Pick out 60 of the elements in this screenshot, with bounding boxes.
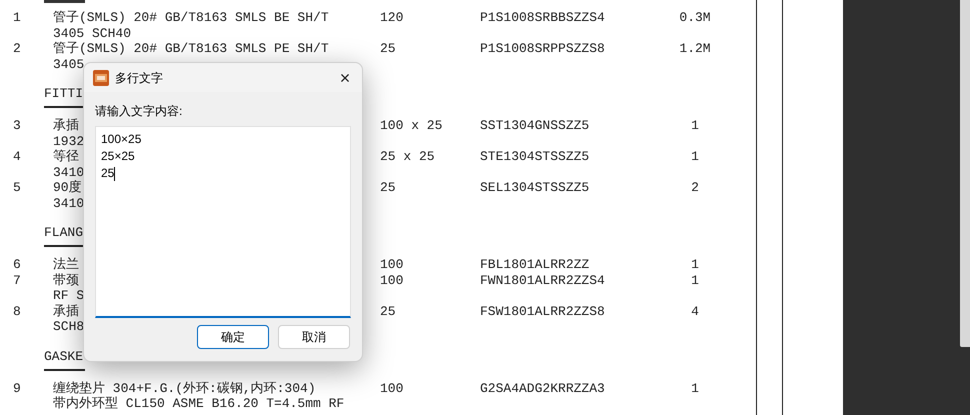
dialog-button[interactable]: 确定 <box>197 325 269 349</box>
item-description: SCH8 <box>53 319 84 334</box>
item-code: FBL1801ALRR2ZZ <box>480 257 590 272</box>
item-quantity: 1.2M <box>678 41 712 56</box>
item-description: 承插 <box>53 304 79 319</box>
item-description: 3405 <box>53 56 84 72</box>
item-description: 3410 <box>53 196 84 211</box>
row-number: 7 <box>12 272 22 288</box>
item-description: 带颈 <box>53 272 79 288</box>
close-button[interactable]: × <box>336 68 354 86</box>
item-quantity: 1 <box>690 118 700 134</box>
item-code: SST1304GNSSZZ5 <box>480 118 590 134</box>
item-code: SEL1304STSSZZ5 <box>480 180 590 196</box>
item-quantity: 1 <box>690 380 700 396</box>
item-description: 3405 SCH40 <box>53 26 132 41</box>
row-number: 3 <box>12 118 22 134</box>
row-number: 8 <box>12 304 22 319</box>
item-code: P1S1008SRBBSZZS4 <box>480 10 606 26</box>
text-input-field[interactable]: 100×25 25×25 25 <box>95 126 351 318</box>
dialog-button[interactable]: 取消 <box>278 325 350 349</box>
item-description: 等径 <box>53 149 79 164</box>
item-size: 25 <box>380 180 397 196</box>
row-number: 6 <box>12 257 22 272</box>
item-description: 带内外环型 CL150 ASME B16.20 T=4.5mm RF <box>53 396 344 412</box>
item-size: 100 x 25 <box>380 118 444 134</box>
row-number: 9 <box>12 380 22 396</box>
item-quantity: 4 <box>690 304 700 319</box>
item-code: P1S1008SRPPSZZS8 <box>480 41 606 56</box>
item-quantity: 0.3M <box>678 10 712 26</box>
row-number: 4 <box>12 149 22 164</box>
item-description: 承插 <box>53 118 79 134</box>
item-code: G2SA4ADG2KRRZZA3 <box>480 380 606 396</box>
item-quantity: 2 <box>690 180 700 196</box>
app-icon <box>93 70 109 86</box>
item-description: 法兰 <box>53 257 79 272</box>
item-size: 25 x 25 <box>380 149 436 164</box>
item-code: STE1304STSSZZ5 <box>480 149 590 164</box>
row-number: 2 <box>12 41 22 56</box>
item-size: 100 <box>380 257 404 272</box>
item-description: 3410 <box>53 164 84 180</box>
item-description: 管子(SMLS) 20# GB/T8163 SMLS BE SH/T <box>53 10 329 26</box>
item-code: FWN1801ALRR2ZZS4 <box>480 272 606 288</box>
item-description: 1932 <box>53 134 84 149</box>
item-description: 缠绕垫片 304+F.G.(外环:碳钢,内环:304) <box>53 380 316 396</box>
item-size: 100 <box>380 380 404 396</box>
item-description: 90度 <box>53 180 82 196</box>
item-size: 100 <box>380 272 404 288</box>
item-size: 25 <box>380 41 397 56</box>
item-quantity: 1 <box>690 272 700 288</box>
item-size: 25 <box>380 304 397 319</box>
item-description: RF S <box>53 288 84 304</box>
row-number: 5 <box>12 180 22 196</box>
row-number: 1 <box>12 10 22 26</box>
item-description: 管子(SMLS) 20# GB/T8163 SMLS PE SH/T <box>53 41 329 56</box>
dialog-title: 多行文字 <box>115 70 163 86</box>
item-quantity: 1 <box>690 257 700 272</box>
item-size: 120 <box>380 10 404 26</box>
item-code: FSW1801ALRR2ZZS8 <box>480 304 606 319</box>
item-quantity: 1 <box>690 149 700 164</box>
prompt-label: 请输入文字内容: <box>95 103 184 119</box>
